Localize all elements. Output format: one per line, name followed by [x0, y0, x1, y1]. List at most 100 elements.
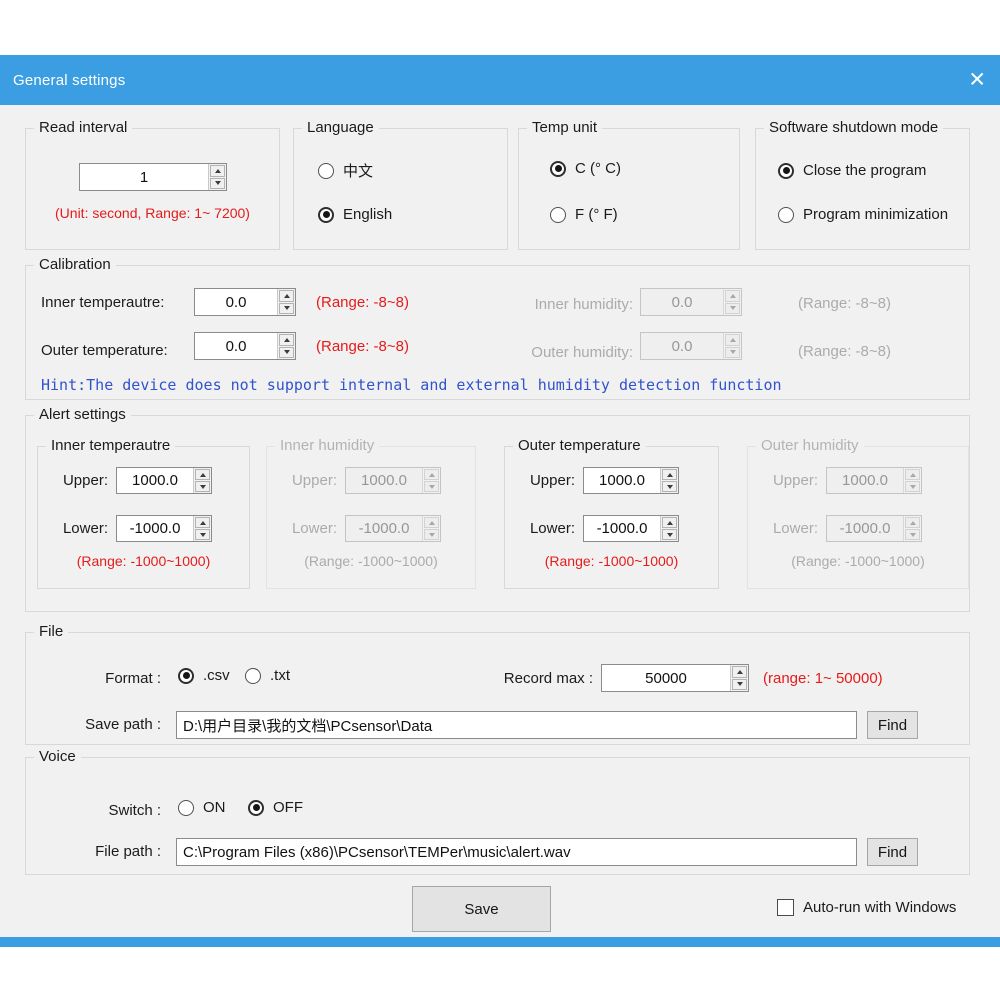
arrow-down-icon: [429, 533, 435, 537]
spin-down-button[interactable]: [279, 303, 294, 315]
radio-voice-on[interactable]: ON: [178, 799, 226, 816]
radio-label: English: [343, 206, 392, 223]
inner-temp-lower-input[interactable]: [117, 516, 193, 541]
spin-buttons: [277, 289, 295, 315]
inner-temp-upper-spinner: [116, 467, 212, 494]
radio-label: F (° F): [575, 206, 618, 223]
spin-up-button[interactable]: [732, 666, 747, 678]
inner-humidity-calibration-label: Inner humidity:: [521, 296, 633, 313]
read-interval-range-note: (Unit: second, Range: 1~ 7200): [26, 205, 279, 221]
spin-down-button[interactable]: [662, 481, 677, 492]
outer-humidity-calibration-input: [641, 333, 723, 359]
spin-up-button[interactable]: [195, 517, 210, 528]
window-bottom-border: [0, 937, 1000, 947]
spin-down-button: [905, 529, 920, 540]
spin-down-button[interactable]: [195, 481, 210, 492]
radio-close-program[interactable]: Close the program: [778, 162, 926, 179]
autorun-checkbox[interactable]: [777, 899, 794, 916]
alert-inner-temp-group: Inner temperautre Upper: Lower:: [37, 446, 250, 589]
switch-label: Switch :: [56, 802, 161, 819]
radio-temp-fahrenheit[interactable]: F (° F): [550, 206, 618, 223]
voice-file-path-input[interactable]: [176, 838, 857, 866]
humidity-hint-text: Hint:The device does not support interna…: [41, 376, 782, 394]
arrow-down-icon: [284, 306, 290, 310]
spin-up-button[interactable]: [662, 517, 677, 528]
lower-label: Lower:: [513, 520, 575, 537]
group-calibration: Calibration Inner temperautre: (Range: -…: [25, 265, 970, 400]
spin-up-button[interactable]: [662, 469, 677, 480]
spin-down-button: [905, 481, 920, 492]
arrow-down-icon: [215, 181, 221, 185]
inner-temp-calibration-label: Inner temperautre:: [41, 294, 164, 311]
outer-humidity-upper-input: [827, 468, 903, 493]
outer-humidity-calibration-label: Outer humidity:: [521, 344, 633, 361]
spin-buttons: [723, 289, 741, 315]
read-interval-input[interactable]: [80, 164, 208, 190]
close-icon[interactable]: ✕: [968, 70, 986, 91]
arrow-up-icon: [910, 473, 916, 477]
outer-humidity-lower-spinner: [826, 515, 922, 542]
outer-temp-lower-spinner: [583, 515, 679, 542]
arrow-up-icon: [737, 670, 743, 674]
spin-up-button: [725, 334, 740, 346]
arrow-up-icon: [215, 169, 221, 173]
spin-up-button: [905, 517, 920, 528]
radio-label: Close the program: [803, 162, 926, 179]
group-voice: Voice Switch : ON OFF File path : Find: [25, 757, 970, 875]
spin-buttons: [277, 333, 295, 359]
outer-temp-upper-spinner: [583, 467, 679, 494]
group-title: Outer temperature: [513, 437, 646, 454]
radio-label: C (° C): [575, 160, 621, 177]
group-title-temp-unit: Temp unit: [527, 119, 602, 136]
record-max-input[interactable]: [602, 665, 730, 691]
titlebar: General settings ✕: [0, 55, 1000, 105]
spin-buttons: [422, 516, 440, 541]
outer-temp-upper-input[interactable]: [584, 468, 660, 493]
save-button[interactable]: Save: [412, 886, 551, 932]
arrow-down-icon: [429, 485, 435, 489]
outer-humidity-lower-input: [827, 516, 903, 541]
radio-format-txt[interactable]: .txt: [245, 667, 290, 684]
outer-temp-calibration-input[interactable]: [195, 333, 277, 359]
spin-down-button[interactable]: [279, 347, 294, 359]
radio-format-csv[interactable]: .csv: [178, 667, 230, 684]
radio-icon: [778, 163, 794, 179]
arrow-down-icon: [730, 350, 736, 354]
inner-temp-calibration-input[interactable]: [195, 289, 277, 315]
voice-find-button[interactable]: Find: [867, 838, 918, 866]
radio-icon: [778, 207, 794, 223]
spin-buttons: [660, 516, 678, 541]
outer-humidity-calibration-spinner: [640, 332, 742, 360]
spin-up-button: [424, 517, 439, 528]
autorun-checkbox-row[interactable]: Auto-run with Windows: [777, 899, 956, 916]
spin-up-button[interactable]: [279, 290, 294, 302]
spin-down-button[interactable]: [195, 529, 210, 540]
spin-buttons: [723, 333, 741, 359]
spin-down-button[interactable]: [662, 529, 677, 540]
inner-temp-upper-input[interactable]: [117, 468, 193, 493]
outer-temp-alert-range: (Range: -1000~1000): [505, 553, 718, 569]
arrow-up-icon: [667, 521, 673, 525]
lower-label: Lower:: [275, 520, 337, 537]
spin-down-button[interactable]: [732, 679, 747, 691]
radio-language-english[interactable]: English: [318, 206, 392, 223]
radio-temp-celsius[interactable]: C (° C): [550, 160, 621, 177]
spin-up-button[interactable]: [195, 469, 210, 480]
radio-voice-off[interactable]: OFF: [248, 799, 303, 816]
spin-up-button[interactable]: [210, 165, 225, 177]
outer-temp-lower-input[interactable]: [584, 516, 660, 541]
save-path-input[interactable]: [176, 711, 857, 739]
spin-down-button[interactable]: [210, 178, 225, 190]
radio-language-chinese[interactable]: 中文: [318, 160, 373, 181]
arrow-up-icon: [284, 294, 290, 298]
radio-label: Program minimization: [803, 206, 948, 223]
inner-temp-lower-spinner: [116, 515, 212, 542]
arrow-up-icon: [667, 473, 673, 477]
spin-buttons: [208, 164, 226, 190]
radio-label: .txt: [270, 667, 290, 684]
radio-icon: [318, 207, 334, 223]
spin-up-button[interactable]: [279, 334, 294, 346]
inner-humidity-upper-input: [346, 468, 422, 493]
radio-program-minimization[interactable]: Program minimization: [778, 206, 948, 223]
save-path-find-button[interactable]: Find: [867, 711, 918, 739]
